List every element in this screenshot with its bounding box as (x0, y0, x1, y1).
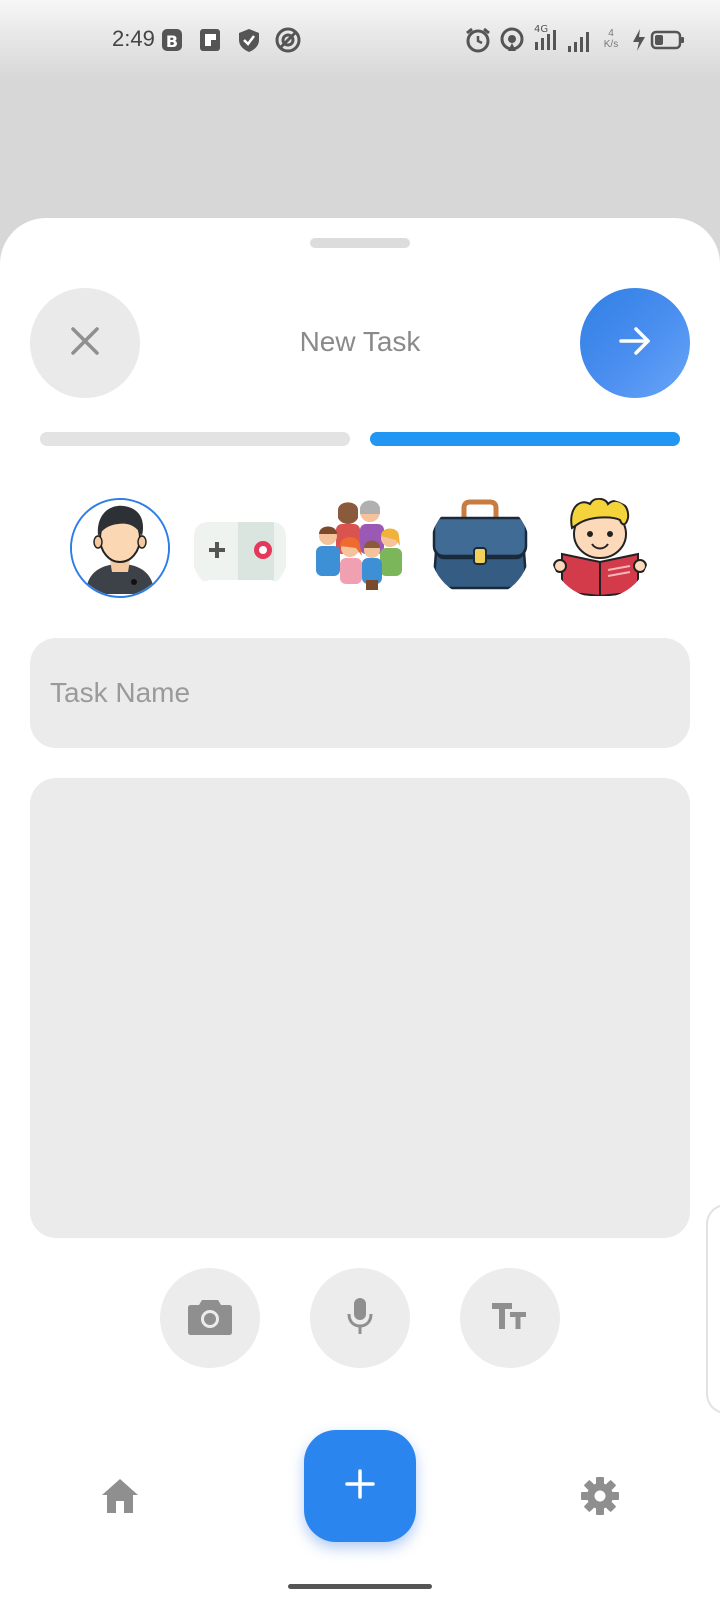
network-speed-value: 4 (608, 28, 614, 39)
gamepad-icon (190, 498, 290, 598)
p-app-icon (198, 26, 224, 54)
microphone-button[interactable] (310, 1268, 410, 1368)
camera-icon (187, 1296, 233, 1341)
system-home-indicator[interactable] (288, 1584, 432, 1589)
add-task-button[interactable] (304, 1430, 416, 1542)
text-size-icon (490, 1299, 530, 1338)
progress-step-1 (40, 432, 350, 446)
sheet-drag-handle[interactable] (310, 238, 410, 248)
status-time: 2:49 (112, 26, 155, 51)
charging-icon (630, 26, 648, 54)
svg-text:B: B (166, 32, 178, 51)
page-title: New Task (299, 326, 421, 357)
network-speed-unit: K/s (603, 39, 619, 50)
category-study[interactable] (550, 498, 650, 598)
nav-settings-button[interactable] (576, 1474, 624, 1522)
close-button[interactable] (30, 288, 140, 398)
signal-4g-icon: 4G (532, 22, 562, 50)
side-edge-tab[interactable] (706, 1204, 720, 1414)
reading-boy-icon (550, 498, 650, 598)
network-label: 4G (534, 24, 548, 35)
alarm-icon (464, 26, 492, 54)
category-personal[interactable] (70, 498, 170, 598)
status-bar: 2:49 B 4G 4 K/s (0, 0, 720, 80)
gear-icon (580, 1476, 620, 1521)
text-size-button[interactable] (460, 1268, 560, 1368)
family-icon (310, 498, 410, 598)
next-button[interactable] (580, 288, 690, 398)
task-notes-textarea[interactable] (30, 778, 690, 1238)
category-games[interactable] (190, 498, 290, 598)
person-avatar-icon (72, 500, 168, 596)
microphone-icon (345, 1296, 375, 1341)
close-icon (68, 324, 102, 363)
battery-icon (650, 26, 686, 54)
b-app-icon: B (160, 26, 184, 54)
shield-icon (236, 26, 262, 54)
camera-button[interactable] (160, 1268, 260, 1368)
signal-icon (566, 26, 594, 54)
home-icon (100, 1477, 140, 1520)
blocked-icon (274, 26, 302, 54)
category-family[interactable] (310, 498, 410, 598)
plus-icon (342, 1466, 378, 1507)
network-speed: 4 K/s (600, 28, 622, 56)
briefcase-icon (430, 498, 530, 598)
hotspot-icon (498, 26, 526, 54)
category-work[interactable] (430, 498, 530, 598)
task-name-input[interactable] (30, 638, 690, 748)
arrow-right-icon (615, 321, 655, 366)
progress-step-2 (370, 432, 680, 446)
nav-home-button[interactable] (96, 1474, 144, 1522)
